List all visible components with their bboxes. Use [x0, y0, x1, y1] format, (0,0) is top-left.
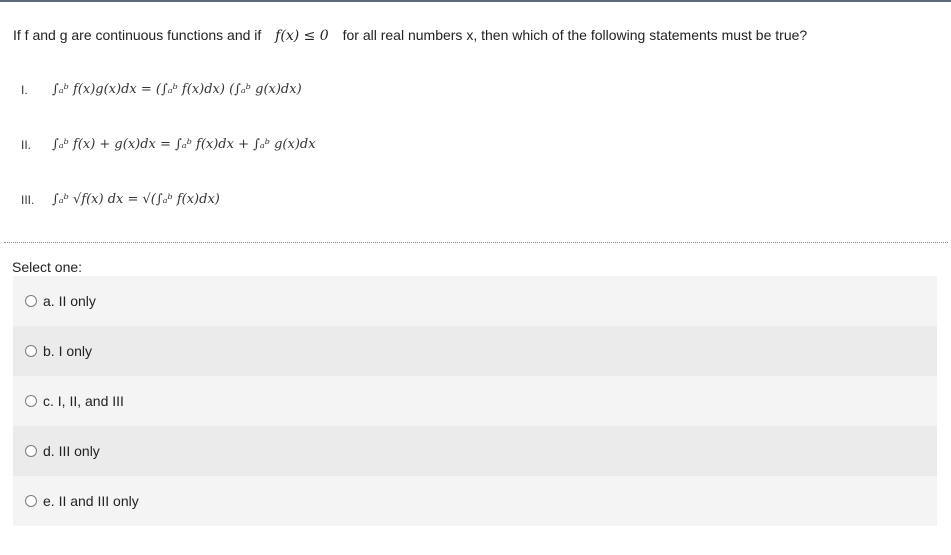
radio-icon[interactable] [25, 445, 37, 457]
option-b[interactable]: b. I only [13, 326, 937, 376]
question-text-before: If f and g are continuous functions and … [13, 27, 262, 43]
question-condition: f(x) ≤ 0 [275, 28, 329, 44]
radio-icon[interactable] [25, 395, 37, 407]
statement-formula: ∫ₐᵇ √f(x) dx = √(∫ₐᵇ f(x)dx) [52, 192, 220, 207]
option-a[interactable]: a. II only [13, 276, 937, 326]
statement-1: I. ∫ₐᵇ f(x)g(x)dx = (∫ₐᵇ f(x)dx) (∫ₐᵇ g(… [21, 82, 302, 97]
radio-icon[interactable] [25, 295, 37, 307]
option-c[interactable]: c. I, II, and III [13, 376, 937, 426]
option-label[interactable]: d. III only [43, 443, 100, 459]
question-text-after: for all real numbers x, then which of th… [342, 27, 808, 43]
option-d[interactable]: d. III only [13, 426, 937, 476]
option-label[interactable]: a. II only [43, 293, 96, 309]
option-e[interactable]: e. II and III only [13, 476, 937, 526]
statement-number: I. [21, 82, 28, 97]
statement-number: III. [21, 192, 35, 207]
option-label[interactable]: e. II and III only [43, 493, 139, 509]
divider [4, 242, 948, 243]
select-one-label: Select one: [12, 259, 83, 275]
option-label[interactable]: b. I only [43, 343, 92, 359]
option-label[interactable]: c. I, II, and III [43, 393, 124, 409]
statement-2: II. ∫ₐᵇ f(x) + g(x)dx = ∫ₐᵇ f(x)dx + ∫ₐᵇ… [21, 137, 316, 152]
top-border [0, 0, 951, 2]
answer-options: a. II only b. I only c. I, II, and III d… [13, 276, 937, 526]
statement-3: III. ∫ₐᵇ √f(x) dx = √(∫ₐᵇ f(x)dx) [21, 192, 220, 207]
question-text: If f and g are continuous functions and … [13, 26, 807, 45]
radio-icon[interactable] [25, 345, 37, 357]
statement-formula: ∫ₐᵇ f(x)g(x)dx = (∫ₐᵇ f(x)dx) (∫ₐᵇ g(x)d… [52, 82, 302, 97]
statement-formula: ∫ₐᵇ f(x) + g(x)dx = ∫ₐᵇ f(x)dx + ∫ₐᵇ g(x… [52, 137, 316, 152]
radio-icon[interactable] [25, 495, 37, 507]
statement-number: II. [21, 137, 32, 152]
